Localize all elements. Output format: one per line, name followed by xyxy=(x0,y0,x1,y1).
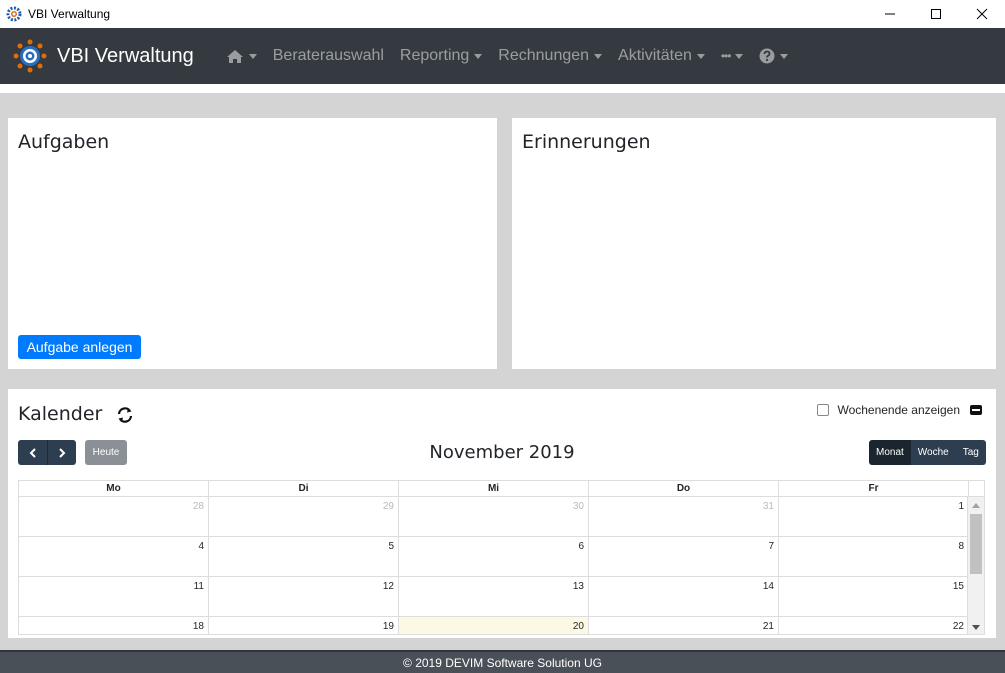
nav-label: Reporting xyxy=(399,47,470,64)
calendar-day-cell[interactable]: 30 xyxy=(399,497,589,536)
weekend-toggle: Wochenende anzeigen xyxy=(817,403,982,417)
view-day-button[interactable]: Tag xyxy=(955,440,986,465)
calendar-day-cell[interactable]: 6 xyxy=(399,537,589,576)
scroll-up-arrow-icon[interactable] xyxy=(972,503,980,508)
calendar-day-cell[interactable]: 28 xyxy=(19,497,209,536)
nav-aktivitaeten-dropdown[interactable]: Aktivitäten xyxy=(610,47,713,65)
calendar-week-row: 18 19 20 21 22 xyxy=(19,617,984,634)
calendar-day-cell[interactable]: 22 xyxy=(779,617,969,634)
footer-text: © 2019 DEVIM Software Solution UG xyxy=(403,655,602,670)
erinnerungen-title: Erinnerungen xyxy=(522,131,651,153)
nav-rechnungen-dropdown[interactable]: Rechnungen xyxy=(490,47,610,65)
weekday-header-cell: Di xyxy=(209,481,399,496)
nav-menu: Beraterauswahl Reporting Rechnungen Akti… xyxy=(218,47,797,65)
calendar-card: Kalender Wochenende anzeigen Heute Novem… xyxy=(8,389,996,638)
chevron-down-icon xyxy=(474,53,483,59)
minimize-icon xyxy=(885,13,895,15)
close-button[interactable] xyxy=(959,0,1005,28)
weekday-header-cell: Mo xyxy=(19,481,209,496)
aufgaben-title: Aufgaben xyxy=(18,131,110,153)
calendar-day-cell[interactable]: 11 xyxy=(19,577,209,616)
nav-home-dropdown[interactable] xyxy=(218,49,265,64)
month-title: November 2019 xyxy=(429,442,575,463)
calendar-day-cell[interactable]: 12 xyxy=(209,577,399,616)
weekday-header: Mo Di Mi Do Fr xyxy=(19,481,984,497)
calendar-week-row: 28 29 30 31 1 xyxy=(19,497,984,537)
brand-name: VBI Verwaltung xyxy=(57,44,194,67)
calendar-title: Kalender xyxy=(18,403,103,425)
minimize-button[interactable] xyxy=(867,0,913,28)
home-icon xyxy=(226,49,243,63)
window-title: VBI Verwaltung xyxy=(28,7,111,21)
calendar-day-cell[interactable]: 14 xyxy=(589,577,779,616)
aufgaben-card: Aufgaben Aufgabe anlegen xyxy=(8,118,497,369)
app-gear-icon xyxy=(6,6,22,22)
brand-logo-icon xyxy=(13,39,47,73)
calendar-day-cell[interactable]: 1 xyxy=(779,497,969,536)
calendar-day-cell[interactable]: 21 xyxy=(589,617,779,634)
calendar-day-cell[interactable]: 5 xyxy=(209,537,399,576)
refresh-icon[interactable] xyxy=(116,406,134,424)
calendar-grid: Mo Di Mi Do Fr 28 29 30 31 1 4 5 6 7 8 1… xyxy=(18,480,985,635)
weekday-header-cell: Fr xyxy=(779,481,969,496)
calendar-body: 28 29 30 31 1 4 5 6 7 8 11 12 13 14 15 1… xyxy=(19,497,984,634)
chevron-down-icon xyxy=(735,53,744,59)
view-switcher: Monat Woche Tag xyxy=(869,440,986,465)
scroll-thumb[interactable] xyxy=(970,514,982,574)
calendar-day-cell[interactable]: 4 xyxy=(19,537,209,576)
chevron-down-icon xyxy=(248,53,257,59)
calendar-day-cell[interactable]: 29 xyxy=(209,497,399,536)
nav-more-dropdown[interactable]: ••• xyxy=(713,49,752,63)
weekday-header-cell: Do xyxy=(589,481,779,496)
calendar-week-row: 11 12 13 14 15 xyxy=(19,577,984,617)
panel-toggle-icon[interactable] xyxy=(970,405,982,415)
close-icon xyxy=(976,8,988,20)
calendar-scrollbar[interactable] xyxy=(967,497,984,634)
footer: © 2019 DEVIM Software Solution UG xyxy=(0,650,1005,673)
nav-help-dropdown[interactable] xyxy=(751,48,796,64)
calendar-day-cell[interactable]: 31 xyxy=(589,497,779,536)
weekend-label: Wochenende anzeigen xyxy=(837,403,960,417)
nav-label: Beraterauswahl xyxy=(272,47,384,64)
nav-label: Aktivitäten xyxy=(618,47,692,64)
navbar-spacer xyxy=(0,84,1005,93)
nav-beraterauswahl[interactable]: Beraterauswahl xyxy=(265,47,392,65)
weekend-checkbox[interactable] xyxy=(817,404,830,416)
weekday-header-cell: Mi xyxy=(399,481,589,496)
chevron-down-icon xyxy=(594,53,603,59)
nav-reporting-dropdown[interactable]: Reporting xyxy=(392,47,490,65)
brand[interactable]: VBI Verwaltung xyxy=(13,39,194,73)
help-icon xyxy=(759,48,775,64)
calendar-week-row: 4 5 6 7 8 xyxy=(19,537,984,577)
main-navbar: VBI Verwaltung Beraterauswahl Reporting … xyxy=(0,28,1005,84)
window-controls xyxy=(867,0,1005,28)
calendar-day-cell[interactable]: 19 xyxy=(209,617,399,634)
chevron-down-icon xyxy=(780,53,789,59)
chevron-down-icon xyxy=(696,53,705,59)
scroll-down-arrow-icon[interactable] xyxy=(972,625,980,630)
calendar-today-cell[interactable]: 20 xyxy=(399,617,589,634)
calendar-day-cell[interactable]: 13 xyxy=(399,577,589,616)
more-icon: ••• xyxy=(720,49,732,63)
maximize-button[interactable] xyxy=(913,0,959,28)
calendar-day-cell[interactable]: 18 xyxy=(19,617,209,634)
view-month-button[interactable]: Monat xyxy=(869,440,911,465)
window-titlebar: VBI Verwaltung xyxy=(0,0,1005,28)
view-week-button[interactable]: Woche xyxy=(910,440,956,465)
maximize-icon xyxy=(931,9,941,19)
calendar-day-cell[interactable]: 15 xyxy=(779,577,969,616)
nav-label: Rechnungen xyxy=(498,47,590,64)
calendar-day-cell[interactable]: 8 xyxy=(779,537,969,576)
add-task-button[interactable]: Aufgabe anlegen xyxy=(18,335,141,359)
erinnerungen-card: Erinnerungen xyxy=(512,118,996,369)
calendar-day-cell[interactable]: 7 xyxy=(589,537,779,576)
